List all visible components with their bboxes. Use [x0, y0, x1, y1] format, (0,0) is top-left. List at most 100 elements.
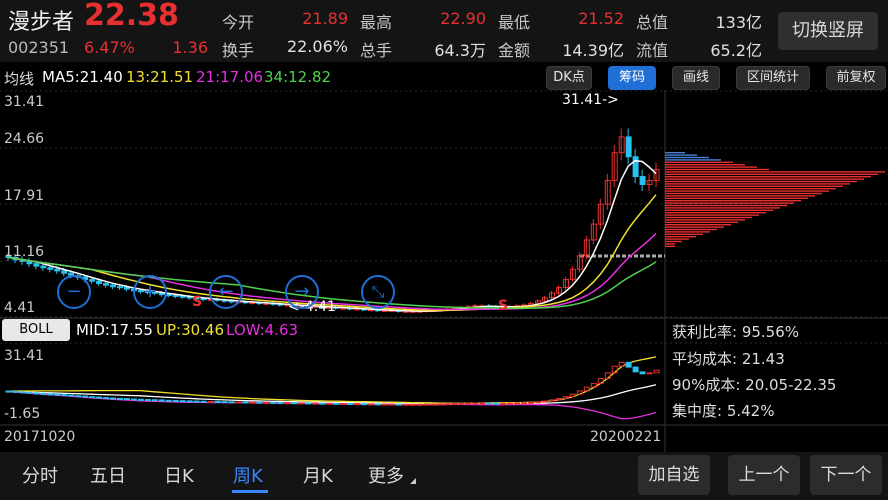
open-label: 今开	[222, 13, 255, 32]
boll-indicator-button[interactable]: BOLL	[2, 319, 70, 341]
boll-candle	[270, 401, 277, 404]
zoom-out-icon[interactable]: −	[57, 275, 91, 309]
axis-label-2: 24.66	[4, 131, 45, 147]
candle-body	[54, 268, 61, 272]
chip-bar	[665, 221, 738, 223]
scroll-left-icon[interactable]: ←	[209, 275, 243, 309]
boll-candle	[89, 396, 96, 399]
boll-candle	[12, 390, 19, 393]
boll-candle	[249, 401, 256, 404]
boll-candle	[374, 403, 381, 406]
boll-candle	[486, 402, 493, 405]
boll-candle	[465, 402, 472, 405]
boll-candle	[333, 402, 339, 405]
chart-grid	[0, 90, 888, 452]
chips-button[interactable]: 筹码	[608, 66, 656, 90]
boll-candle	[47, 393, 54, 396]
chip-bar	[665, 214, 759, 216]
boll-candle	[381, 403, 388, 406]
boll-candle	[291, 402, 298, 405]
candle-body	[26, 260, 33, 265]
chip-bar	[665, 207, 780, 209]
chip-bar	[665, 243, 675, 245]
axis-label-4: 11.16	[4, 244, 45, 260]
chip-bar	[665, 231, 710, 233]
previous-stock-button[interactable]: 上一个	[728, 455, 800, 495]
boll-candle	[535, 401, 542, 404]
float-value: 65.2亿	[710, 41, 762, 60]
boll-mid: MID:17.55	[76, 321, 153, 339]
kline-chart[interactable]	[0, 90, 888, 452]
boll-candle	[214, 400, 221, 403]
tab-monthly-k[interactable]: 月K	[303, 462, 333, 488]
end-date: 20200221	[590, 429, 662, 445]
high-marker: 31.41->	[562, 92, 619, 108]
boll-candle	[493, 402, 500, 405]
amount-label: 金额	[498, 41, 531, 60]
boll-candle	[221, 401, 228, 404]
chip-bar	[665, 228, 717, 231]
boll-candle	[103, 397, 110, 400]
zoom-in-icon[interactable]: +	[133, 275, 167, 309]
chip-bar	[665, 209, 773, 211]
boll-candle	[416, 403, 423, 406]
tab-more[interactable]: 更多	[368, 462, 404, 488]
candle-body	[61, 270, 68, 274]
boll-up-line	[7, 356, 657, 404]
change-pct: 6.47%	[84, 38, 135, 57]
dk-point-button[interactable]: DK点	[546, 66, 592, 90]
boll-candle	[339, 403, 346, 406]
chip-bar	[665, 154, 697, 156]
candle-body	[96, 280, 103, 285]
tab-weekly-k[interactable]: 周K	[233, 462, 263, 488]
boll-up: UP:30.46	[156, 321, 225, 339]
boll-candle	[123, 398, 130, 401]
next-stock-button[interactable]: 下一个	[810, 455, 882, 495]
interval-stats-button[interactable]: 区间统计	[736, 66, 810, 90]
open-value: 21.89	[302, 9, 348, 28]
scroll-right-icon[interactable]: →	[285, 275, 319, 309]
boll-candle	[137, 398, 144, 401]
boll-candle	[277, 402, 284, 405]
forward-adjust-button[interactable]: 前复权	[826, 66, 886, 90]
tab-intraday[interactable]: 分时	[22, 462, 58, 488]
boll-candle	[5, 390, 12, 393]
boll-candle	[284, 402, 291, 405]
tab-daily-k[interactable]: 日K	[164, 462, 194, 488]
boll-candle	[472, 402, 479, 405]
fullscreen-icon[interactable]: ⤡	[361, 275, 395, 309]
boll-candle	[542, 400, 549, 403]
volume-value: 64.3万	[434, 41, 486, 60]
amount-value: 14.39亿	[562, 41, 624, 60]
boll-candle	[430, 403, 437, 406]
candle-body	[89, 279, 96, 282]
candle-body	[165, 294, 172, 297]
chip-bar	[665, 159, 721, 161]
boll-candle	[576, 390, 583, 395]
boll-candle	[388, 403, 395, 406]
boll-candle	[402, 403, 409, 406]
tab-five-day[interactable]: 五日	[90, 462, 126, 488]
chip-bar	[665, 240, 682, 243]
boll-candle	[186, 400, 193, 403]
candle-body	[179, 295, 186, 298]
chip-bar	[665, 224, 731, 226]
switch-portrait-button[interactable]: 切换竖屏	[778, 12, 878, 50]
boll-candle	[179, 400, 186, 403]
boll-candle	[625, 361, 632, 368]
mcap-value: 133亿	[715, 13, 762, 32]
boll-candle	[409, 403, 416, 406]
chip-bar	[665, 164, 745, 166]
boll-candle	[367, 403, 374, 406]
boll-candles	[5, 361, 660, 406]
active-tab-indicator	[232, 490, 268, 493]
chip-bar	[665, 176, 871, 178]
boll-axis-top: 31.41	[4, 348, 45, 364]
high-label: 最高	[360, 13, 393, 32]
chip-bar	[665, 168, 769, 171]
ma21-value: 21:17.06	[196, 68, 264, 86]
boll-candle	[423, 403, 430, 406]
draw-line-button[interactable]: 画线	[672, 66, 720, 90]
add-watchlist-button[interactable]: 加自选	[638, 455, 710, 495]
boll-candle	[96, 396, 103, 399]
